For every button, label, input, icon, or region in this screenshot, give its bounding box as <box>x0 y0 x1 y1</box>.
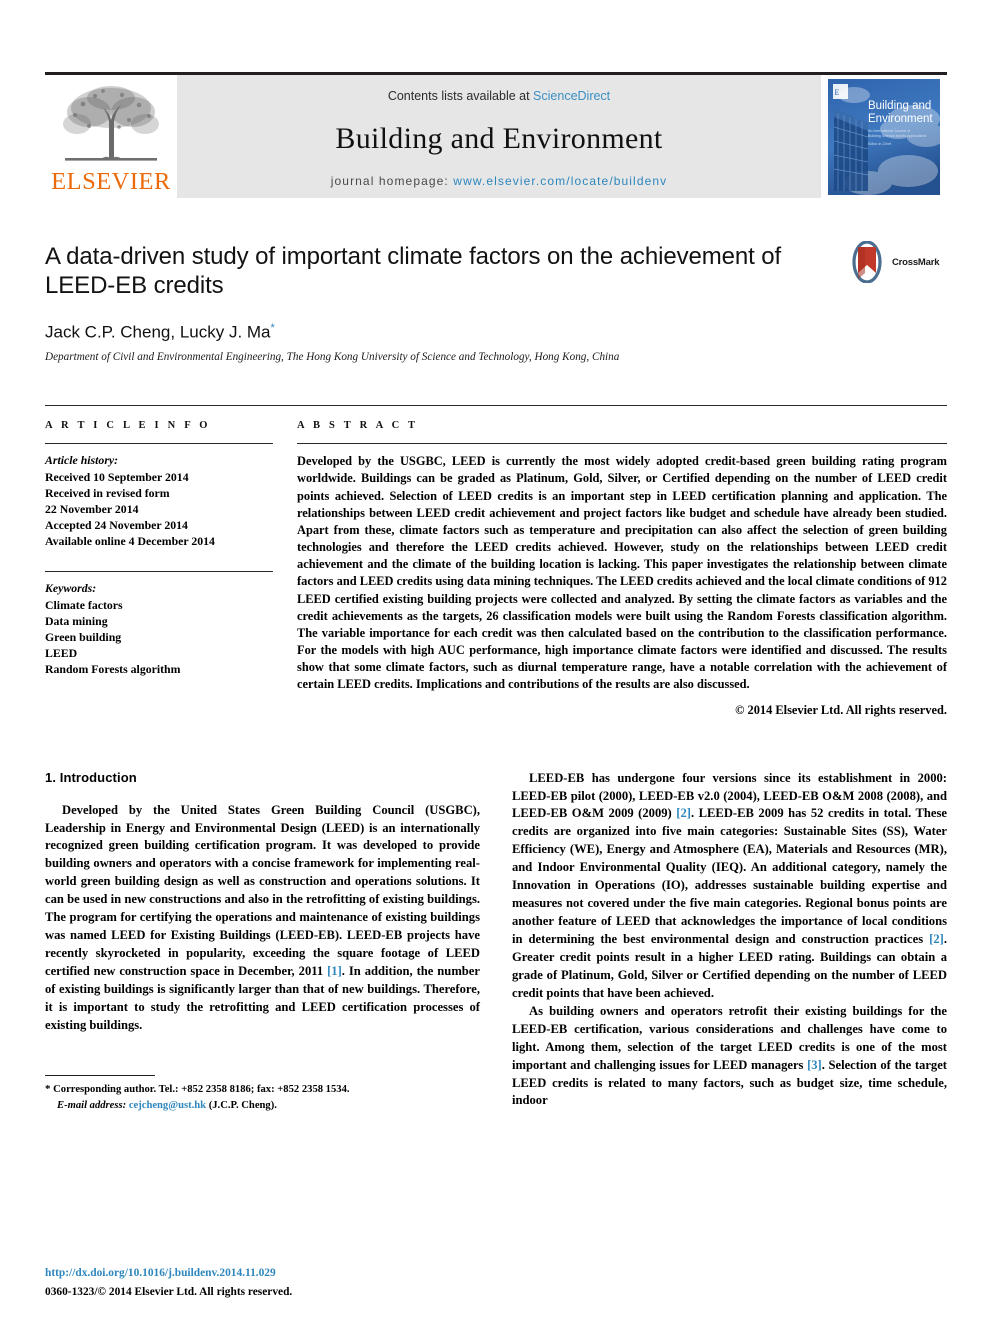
running-head: Building and Environment 90 (2015) 232–2… <box>45 0 947 84</box>
list-item: LEED <box>45 646 78 661</box>
footnote-star: * <box>45 1082 51 1095</box>
svg-text:E: E <box>835 88 840 97</box>
cover-title-line1: Building and <box>868 100 931 112</box>
article-info-heading: A R T I C L E I N F O <box>45 420 211 432</box>
journal-homepage-link[interactable]: www.elsevier.com/locate/buildenv <box>453 174 667 188</box>
footnote-email-link[interactable]: cejcheng@ust.hk <box>129 1100 206 1111</box>
abstract-text: Developed by the USGBC, LEED is currentl… <box>297 454 947 692</box>
homepage-prefix: journal homepage: <box>330 174 454 188</box>
crossmark-badge-group[interactable]: CrossMark <box>847 240 947 284</box>
crossmark-icon <box>852 241 882 283</box>
footnote-email-label: E-mail address: <box>57 1099 127 1111</box>
list-item: Random Forests algorithm <box>45 662 181 677</box>
author-names: Jack C.P. Cheng, Lucky J. Ma <box>45 322 271 342</box>
journal-cover-image: E Building and Environment An Internatio… <box>828 78 940 195</box>
list-item: Data mining <box>45 614 108 629</box>
sciencedirect-link[interactable]: ScienceDirect <box>533 89 610 103</box>
svg-text:Building Science and its Appli: Building Science and its Applications <box>868 134 927 138</box>
body-right-column: LEED-EB has undergone four versions sinc… <box>512 770 947 1113</box>
citation-reference[interactable]: [2] <box>929 932 944 946</box>
article-first-page: Building and Environment 90 (2015) 232–2… <box>0 0 992 1323</box>
abstract-column: A B S T R A C T Developed by the USGBC, … <box>297 406 947 717</box>
paragraph: LEED-EB has undergone four versions sinc… <box>512 770 947 1003</box>
list-item: Received 10 September 2014 <box>45 470 189 485</box>
paragraph: As building owners and operators retrofi… <box>512 1003 947 1111</box>
page-title: A data-driven study of important climate… <box>45 243 782 300</box>
corresponding-author-marker: * <box>270 321 275 334</box>
list-item: Climate factors <box>45 598 123 613</box>
body-left-column: 1. Introduction Developed by the United … <box>45 770 480 1113</box>
elsevier-tree-icon <box>59 81 163 170</box>
citation-reference[interactable]: [2] <box>676 806 691 820</box>
abstract-copyright: © 2014 Elsevier Ltd. All rights reserved… <box>735 702 947 717</box>
keywords-rule <box>45 571 273 573</box>
svg-text:Editor-in-Chief: Editor-in-Chief <box>868 142 891 146</box>
title-area: A data-driven study of important climate… <box>45 198 947 363</box>
contents-prefix: Contents lists available at <box>387 89 534 103</box>
paragraph: Developed by the United States Green Bui… <box>45 802 480 1035</box>
footnote-corresponding-author: * Corresponding author. Tel.: +852 2358 … <box>45 1082 480 1098</box>
info-abstract-block: A R T I C L E I N F O Article history: R… <box>45 405 947 717</box>
footnote-block: * Corresponding author. Tel.: +852 2358 … <box>45 1069 480 1113</box>
keywords-label: Keywords: <box>45 581 97 596</box>
contents-available-line: Contents lists available at ScienceDirec… <box>388 89 610 103</box>
abstract-rule <box>297 443 947 445</box>
list-item: 22 November 2014 <box>45 502 139 517</box>
keywords-list: Climate factors Data mining Green buildi… <box>45 597 273 677</box>
elsevier-logo: ELSEVIER <box>45 75 177 198</box>
cover-title-line2: Environment <box>868 113 933 125</box>
journal-masthead: ELSEVIER Contents lists available at Sci… <box>45 72 947 198</box>
article-info-rule <box>45 443 273 445</box>
list-item: Available online 4 December 2014 <box>45 534 215 549</box>
svg-text:An International Journal of: An International Journal of <box>868 129 910 133</box>
citation-reference[interactable]: [1] <box>327 964 342 978</box>
journal-center-panel: Contents lists available at ScienceDirec… <box>177 75 821 198</box>
doi-block: http://dx.doi.org/10.1016/j.buildenv.201… <box>45 1266 480 1301</box>
author-list: Jack C.P. Cheng, Lucky J. Ma* <box>45 322 947 343</box>
issn-copyright-line: 0360-1323/© 2014 Elsevier Ltd. All right… <box>45 1286 293 1299</box>
article-info-column: A R T I C L E I N F O Article history: R… <box>45 406 273 717</box>
journal-homepage-line: journal homepage: www.elsevier.com/locat… <box>331 174 668 188</box>
paragraph-text: Developed by the United States Green Bui… <box>45 802 480 1032</box>
footnote-rule <box>45 1074 155 1076</box>
article-history-list: Received 10 September 2014 Received in r… <box>45 469 273 549</box>
list-item: Received in revised form <box>45 486 170 501</box>
citation-reference[interactable]: [3] <box>807 1058 822 1072</box>
footnote-email-line: E-mail address: cejcheng@ust.hk (J.C.P. … <box>45 1098 480 1113</box>
footnote-corresponding-text: Corresponding author. Tel.: +852 2358 81… <box>53 1083 350 1095</box>
crossmark-label: CrossMark <box>892 256 940 268</box>
section-heading-introduction: 1. Introduction <box>45 769 137 785</box>
body-columns: 1. Introduction Developed by the United … <box>45 770 947 1113</box>
journal-cover: E Building and Environment An Internatio… <box>821 75 947 198</box>
abstract-heading: A B S T R A C T <box>297 420 419 432</box>
journal-title: Building and Environment <box>335 121 663 155</box>
elsevier-wordmark: ELSEVIER <box>51 167 171 195</box>
footnote-email-owner: (J.C.P. Cheng). <box>208 1099 277 1111</box>
list-item: Green building <box>45 630 122 645</box>
affiliation: Department of Civil and Environmental En… <box>45 351 620 364</box>
paragraph-text: As building owners and operators retrofi… <box>512 1003 947 1108</box>
article-history-label: Article history: <box>45 453 119 468</box>
doi-link[interactable]: http://dx.doi.org/10.1016/j.buildenv.201… <box>45 1266 480 1282</box>
paragraph-text: LEED-EB has undergone four versions sinc… <box>512 770 947 1000</box>
list-item: Accepted 24 November 2014 <box>45 518 188 533</box>
